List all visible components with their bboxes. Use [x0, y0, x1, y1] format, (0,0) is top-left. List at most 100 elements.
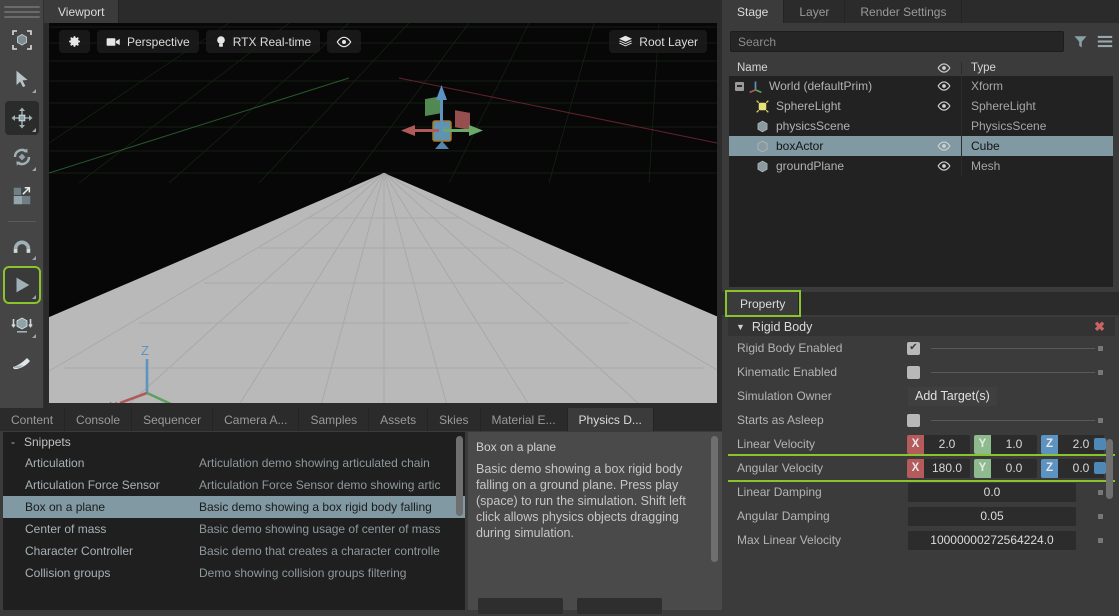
table-row[interactable]: groundPlane Mesh	[729, 156, 1113, 176]
property-scrollbar[interactable]	[1106, 439, 1113, 499]
viewport-camera-button[interactable]: Perspective	[97, 30, 199, 53]
visibility-toggle[interactable]	[927, 101, 961, 111]
table-row[interactable]: World (defaultPrim) Xform	[729, 76, 1113, 96]
angular-velocity-y-value[interactable]: 0.0	[991, 458, 1037, 478]
linear-damping-value[interactable]: 0.0	[908, 482, 1076, 502]
group-collapse-icon[interactable]: -	[11, 435, 15, 449]
property-state-dot	[1098, 513, 1103, 519]
tab-layer[interactable]: Layer	[784, 0, 846, 23]
select-bbox-tool[interactable]	[5, 23, 39, 57]
list-item[interactable]: Articulation Articulation demo showing ar…	[3, 452, 465, 474]
demo-load-button[interactable]	[478, 598, 563, 614]
property-body: ▼ Rigid Body ✖ Rigid Body Enabled Kinemat…	[728, 317, 1115, 612]
viewport-visibility-button[interactable]	[327, 30, 362, 53]
tab-assets[interactable]: Assets	[369, 408, 429, 431]
angular-velocity-y-field[interactable]: Y 0.0	[974, 458, 1037, 478]
filter-funnel-icon[interactable]	[1073, 34, 1088, 49]
angular-velocity-x-field[interactable]: X 180.0	[907, 458, 970, 478]
translate-gizmo[interactable]	[397, 83, 487, 188]
property-label: Linear Damping	[737, 485, 822, 499]
snap-tool[interactable]	[5, 229, 39, 263]
max-linear-velocity-value[interactable]: 10000000272564224.0	[908, 530, 1076, 550]
demo-group-header[interactable]: - Snippets	[3, 432, 465, 452]
search-input[interactable]	[730, 31, 1064, 52]
property-label: Angular Velocity	[737, 461, 824, 475]
tab-content[interactable]: Content	[0, 408, 66, 431]
list-item[interactable]: Center of mass Basic demo showing usage o…	[3, 518, 465, 540]
property-label: Max Linear Velocity	[737, 533, 842, 547]
bbox-icon	[11, 30, 32, 50]
tab-camera-a[interactable]: Camera A...	[213, 408, 300, 431]
tab-render-settings[interactable]: Render Settings	[845, 0, 963, 23]
list-item[interactable]: Box on a plane Basic demo showing a box r…	[3, 496, 465, 518]
play-tool[interactable]	[2, 266, 41, 304]
move-tool[interactable]	[4, 101, 39, 135]
angular-damping-value[interactable]: 0.05	[908, 506, 1076, 526]
visibility-toggle[interactable]	[927, 81, 961, 91]
physics-drop-tool[interactable]	[5, 307, 39, 341]
tab-physics-d[interactable]: Physics D...	[567, 408, 654, 431]
property-row-max-linear-velocity: Max Linear Velocity 10000000272564224.0	[728, 528, 1115, 552]
viewport-render-mode-button[interactable]: RTX Real-time	[205, 30, 321, 53]
prim-name-label: World (defaultPrim)	[769, 79, 873, 93]
prim-name-cell: physicsScene	[729, 119, 927, 134]
select-arrow-tool[interactable]	[5, 62, 39, 96]
hamburger-menu-icon[interactable]	[1097, 34, 1113, 49]
tab-material-e[interactable]: Material E...	[480, 408, 568, 431]
scale-tool[interactable]	[5, 179, 39, 213]
viewport-tabstrip: Viewport	[44, 0, 722, 23]
list-item[interactable]: Character Controller Basic demo that crea…	[3, 540, 465, 562]
vector3-field-angular-velocity: X 180.0 Y 0.0 Z 0.0	[907, 458, 1104, 478]
axis-xform-icon	[748, 79, 763, 94]
viewport-3d-canvas[interactable]: Z X Y Perspective	[49, 23, 717, 403]
add-targets-button[interactable]: Add Target(s)	[908, 386, 997, 406]
tab-property[interactable]: Property	[724, 290, 802, 317]
property-link-square[interactable]	[1094, 438, 1106, 450]
demo-group-label: Snippets	[24, 435, 71, 449]
linear-velocity-x-value[interactable]: 2.0	[924, 434, 970, 454]
paint-tool[interactable]	[5, 346, 39, 380]
visibility-toggle[interactable]	[927, 161, 961, 171]
stage-tree-header: Name Type	[729, 59, 1113, 76]
tab-sequencer[interactable]: Sequencer	[132, 408, 214, 431]
list-item[interactable]: Collision groups Demo showing collision g…	[3, 562, 465, 584]
tab-console[interactable]: Console	[65, 408, 133, 431]
linear-velocity-y-value[interactable]: 1.0	[991, 434, 1037, 454]
property-link-square[interactable]	[1094, 462, 1106, 474]
close-icon[interactable]: ✖	[1094, 319, 1105, 335]
checkbox-starts-as-asleep[interactable]	[907, 413, 920, 427]
demo-description-scrollbar[interactable]	[711, 436, 718, 562]
demo-reset-button[interactable]	[577, 598, 662, 614]
toolbar-drag-handle[interactable]	[3, 6, 40, 18]
visibility-toggle[interactable]	[927, 141, 961, 151]
demo-summary: Articulation demo showing articulated ch…	[199, 456, 430, 470]
tab-stage[interactable]: Stage	[722, 0, 785, 23]
linear-velocity-y-field[interactable]: Y 1.0	[974, 434, 1037, 454]
svg-text:X: X	[109, 399, 118, 403]
demo-list-scrollbar[interactable]	[456, 436, 463, 516]
viewport-settings-button[interactable]	[59, 30, 90, 53]
tab-skies[interactable]: Skies	[428, 408, 481, 431]
checkbox-kinematic-enabled[interactable]	[907, 365, 920, 379]
angular-velocity-x-value[interactable]: 180.0	[924, 458, 970, 478]
property-state-dot	[1098, 489, 1103, 495]
table-row[interactable]: SphereLight SphereLight	[729, 96, 1113, 116]
table-row[interactable]: boxActor Cube	[729, 136, 1113, 156]
root-layer-button[interactable]: Root Layer	[609, 30, 707, 53]
linear-velocity-x-field[interactable]: X 2.0	[907, 434, 970, 454]
demo-rows-container: Articulation Articulation demo showing ar…	[3, 452, 465, 584]
stage-tree[interactable]: Name Type World (defaultPrim) Xform Sphere…	[729, 59, 1113, 287]
tab-viewport[interactable]: Viewport	[44, 0, 120, 23]
table-row[interactable]: physicsScene PhysicsScene	[729, 116, 1113, 136]
rigid-body-section-header[interactable]: ▼ Rigid Body ✖	[728, 317, 1115, 336]
demo-list[interactable]: - Snippets Articulation Articulation demo…	[3, 432, 465, 610]
rotate-tool[interactable]	[5, 140, 39, 174]
checkbox-rigid-body-enabled[interactable]	[907, 341, 920, 355]
expander-collapse-icon[interactable]	[735, 81, 744, 91]
list-item[interactable]: Articulation Force Sensor Articulation Fo…	[3, 474, 465, 496]
drop-cube-icon	[10, 317, 33, 333]
chevron-down-icon[interactable]: ▼	[736, 322, 745, 332]
tab-samples[interactable]: Samples	[299, 408, 370, 431]
demo-summary: Basic demo showing a box rigid body fall…	[199, 500, 432, 514]
svg-text:Y: Y	[173, 401, 182, 403]
